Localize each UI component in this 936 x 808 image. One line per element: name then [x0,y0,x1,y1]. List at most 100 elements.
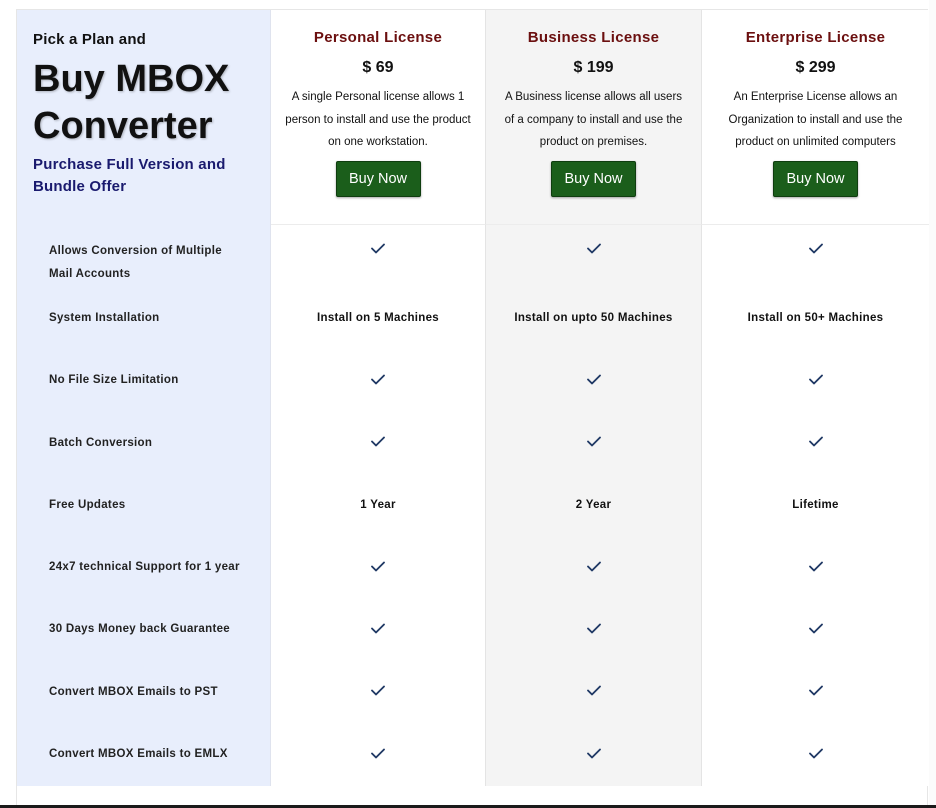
buy-now-button-personal[interactable]: Buy Now [335,160,421,197]
feature-value-personal: 1 Year [271,474,486,537]
pricing-table: Pick a Plan and Buy MBOX Converter Purch… [16,9,929,805]
checkmark-icon [586,436,601,450]
checkmark-icon [808,748,823,762]
plan-description-line: A Business license allows all users [504,91,683,103]
feature-value-personal [271,349,486,412]
feature-value-enterprise [702,661,929,724]
plan-name: Business License [527,29,660,46]
feature-value-personal: Install on 5 Machines [271,287,486,350]
feature-label-text: Free Updates [49,498,126,511]
feature-value-personal [271,225,486,288]
feature-value-personal [271,411,486,475]
feature-value-personal [271,661,486,724]
feature-value-text: Install on 50+ Machines [747,312,884,325]
plan-description-line: A single Personal license allows 1 [291,91,465,103]
feature-label: Free Updates [17,474,271,537]
checkmark-icon [371,748,385,762]
feature-label: 30 Days Money back Guarantee [17,598,271,662]
feature-label-text: 30 Days Money back Guarantee [49,623,230,636]
checkmark-icon [586,374,601,388]
feature-value-enterprise: Install on 50+ Machines [702,287,929,350]
feature-label-text: Allows Conversion of Multiple [49,245,222,257]
feature-label-text: Convert MBOX Emails to PST [49,685,218,698]
title-line-2: Converter [33,105,213,147]
plan-price: $ 69 [362,59,394,76]
feature-value-enterprise [702,598,929,662]
checkmark-icon [371,243,385,257]
feature-value-business: 2 Year [486,474,702,537]
feature-value-business [486,349,702,412]
feature-value-enterprise: Lifetime [702,474,929,537]
feature-value-personal [271,723,486,786]
feature-label: Convert MBOX Emails to PST [17,661,271,724]
feature-value-business [486,723,702,786]
checkmark-icon [371,623,385,637]
checkmark-icon [808,623,823,637]
page-title: Buy MBOX Converter [33,56,254,150]
feature-value-business [486,661,702,724]
feature-value-text: 1 Year [360,499,396,512]
feature-value-personal [271,598,486,662]
plan-description-line: person to install and use the product [285,113,471,126]
plan-name: Enterprise License [745,29,886,46]
feature-value-business [486,411,702,475]
plan-description-line: product on unlimited computers [735,136,896,148]
feature-value-business [486,598,702,662]
feature-value-enterprise [702,225,929,288]
plan-price: $ 199 [573,59,614,76]
hero-kicker: Pick a Plan and [33,31,147,48]
feature-label-text: 24x7 technical Support for 1 year [49,561,240,574]
feature-value-personal [271,536,486,599]
feature-label: Batch Conversion [17,411,271,475]
plan-description: An Enterprise License allows an Organiza… [702,86,929,154]
feature-value-enterprise [702,411,929,475]
plan-description-line: Organization to install and use the [728,113,903,126]
feature-value-text: 2 Year [575,499,612,512]
subtitle-line-1: Purchase Full Version and [33,156,226,173]
checkmark-icon [371,436,385,450]
hero-subtitle: Purchase Full Version and Bundle Offer [33,154,254,198]
feature-label: Allows Conversion of Multiple Mail Accoun… [17,225,271,288]
buy-now-button-business[interactable]: Buy Now [551,160,636,197]
checkmark-icon [371,374,385,388]
feature-label: Convert MBOX Emails to EMLX [17,723,271,786]
checkmark-icon [586,243,601,257]
plan-description-line: on one workstation. [328,136,428,148]
feature-label: System Installation [17,287,271,350]
feature-value-text: Lifetime [792,499,839,512]
title-line-1: Buy MBOX [33,58,230,100]
plan-personal: Personal License $ 69 A single Personal … [271,10,486,225]
feature-value-text: Install on 5 Machines [317,312,439,325]
checkmark-icon [808,561,823,575]
feature-value-business [486,536,702,599]
plan-description: A single Personal license allows 1 perso… [271,86,485,154]
plan-description-line: An Enterprise License allows an [733,91,898,103]
feature-value-business [486,225,702,288]
checkmark-icon [371,685,385,699]
feature-value-text: Install on upto 50 Machines [514,312,673,325]
feature-label: No File Size Limitation [17,349,271,412]
feature-value-enterprise [702,349,929,412]
feature-label: 24x7 technical Support for 1 year [17,536,271,599]
page-edge [929,0,936,805]
checkmark-icon [586,561,601,575]
pricing-hero: Pick a Plan and Buy MBOX Converter Purch… [17,10,271,225]
feature-label-text: Convert MBOX Emails to EMLX [49,748,228,761]
checkmark-icon [808,436,823,450]
checkmark-icon [586,623,601,637]
checkmark-icon [808,685,823,699]
feature-value-business: Install on upto 50 Machines [486,287,702,350]
checkmark-icon [586,685,601,699]
subtitle-line-2: Bundle Offer [33,178,127,195]
plan-description-line: product on premises. [539,136,648,148]
plan-business: Business License $ 199 A Business licens… [486,10,702,225]
checkmark-icon [808,243,823,257]
checkmark-icon [808,374,823,388]
feature-value-enterprise [702,723,929,786]
plan-description-line: of a company to install and use the [504,113,683,126]
feature-label-text: Mail Accounts [49,268,131,280]
checkmark-icon [371,561,385,575]
plan-name: Personal License [313,29,443,46]
buy-now-button-enterprise[interactable]: Buy Now [773,160,858,197]
plan-price: $ 299 [795,59,836,76]
